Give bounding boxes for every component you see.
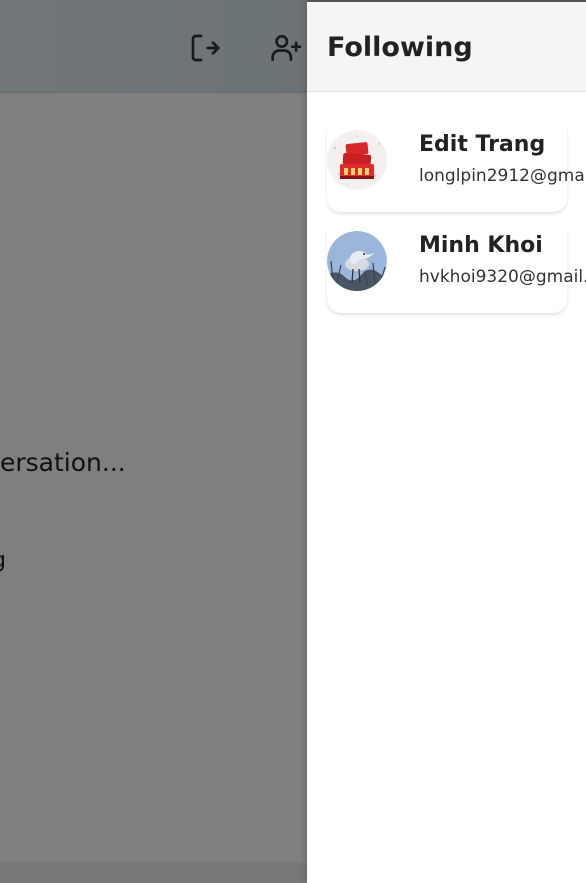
drawer-title: Following bbox=[327, 32, 473, 63]
user-email: hvkhoi9320@gmail. bbox=[419, 267, 586, 287]
user-name: Edit Trang bbox=[419, 132, 546, 157]
happy-new-year-avatar bbox=[327, 130, 387, 190]
following-user-card[interactable]: Minh Khoi hvkhoi9320@gmail. bbox=[327, 229, 586, 313]
heron-bird-avatar bbox=[327, 231, 387, 291]
following-drawer: Following Edit Trang longlpin2912@gma Mi… bbox=[307, 0, 586, 883]
following-user-card[interactable]: Edit Trang longlpin2912@gma bbox=[327, 128, 585, 212]
user-email: longlpin2912@gma bbox=[419, 166, 585, 186]
user-name: Minh Khoi bbox=[419, 233, 543, 258]
drawer-header: Following bbox=[307, 0, 586, 92]
